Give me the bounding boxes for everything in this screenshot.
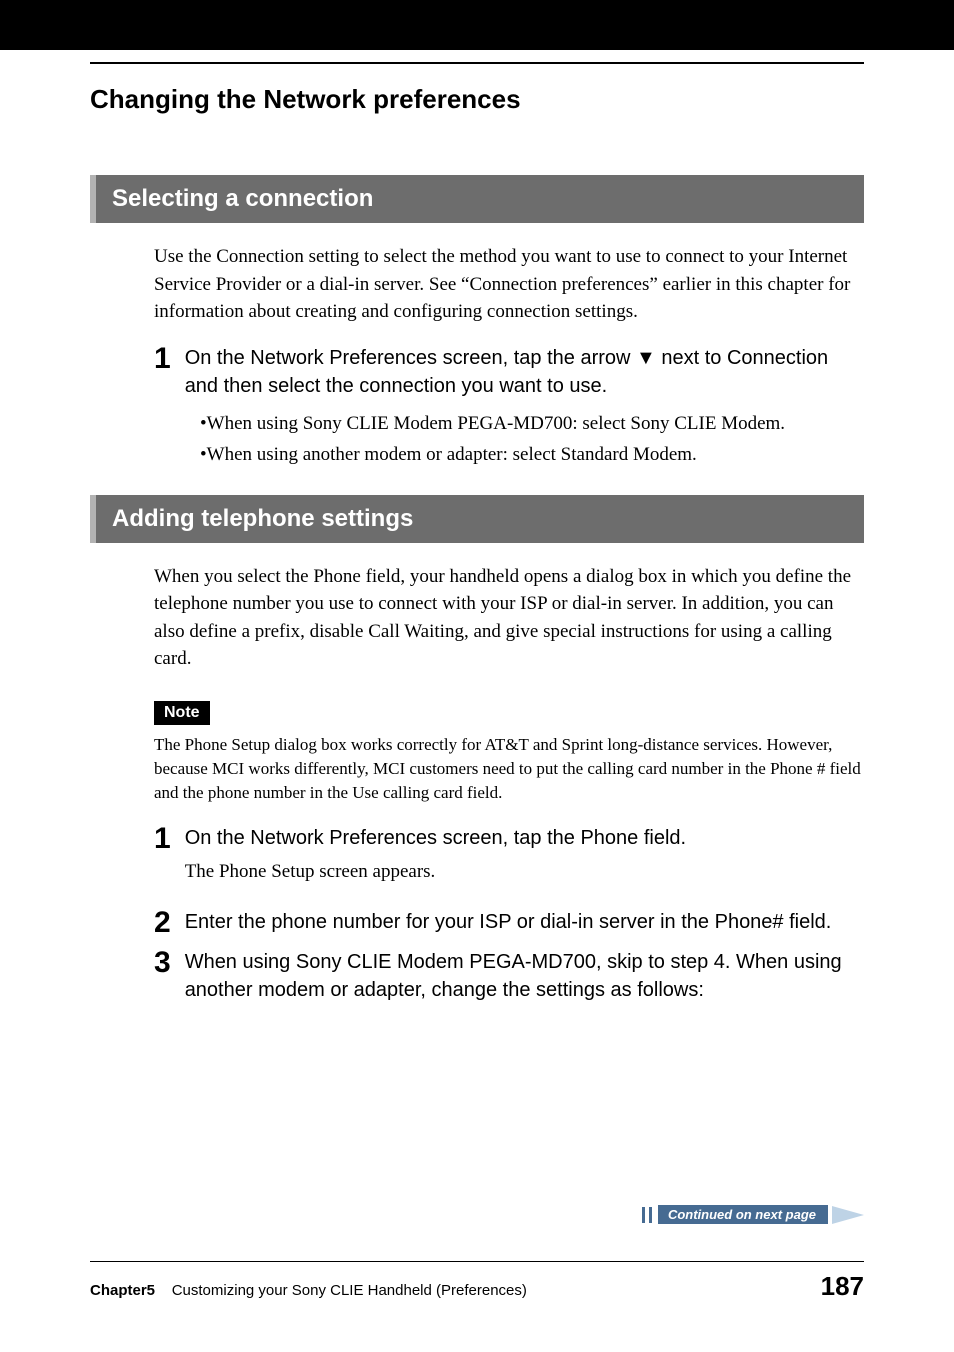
note-badge: Note: [154, 701, 210, 725]
continued-indicator: Continued on next page: [642, 1205, 864, 1224]
chapter-label: Chapter5 Customizing your Sony CLIE Hand…: [90, 1282, 527, 1299]
section-heading-selecting-connection: Selecting a connection: [90, 175, 864, 223]
step-number: 2: [154, 908, 171, 938]
section-heading-adding-telephone: Adding telephone settings: [90, 495, 864, 543]
page-content: Changing the Network preferences Selecti…: [0, 62, 954, 1004]
step-number: 3: [154, 948, 171, 978]
step-result-text: The Phone Setup screen appears.: [185, 858, 686, 886]
note-body: The Phone Setup dialog box works correct…: [154, 733, 864, 804]
section2-step-2: 2 Enter the phone number for your ISP or…: [154, 908, 864, 938]
step-instruction: On the Network Preferences screen, tap t…: [185, 824, 686, 852]
step-number: 1: [154, 344, 171, 374]
section1-bullets: •When using Sony CLIE Modem PEGA-MD700: …: [200, 410, 864, 469]
header-bar: [0, 0, 954, 50]
page-number: 187: [821, 1271, 864, 1302]
step-instruction: When using Sony CLIE Modem PEGA-MD700, s…: [185, 948, 864, 1004]
continued-label: Continued on next page: [658, 1205, 828, 1224]
list-item: •When using Sony CLIE Modem PEGA-MD700: …: [200, 410, 864, 438]
footer-divider: [90, 1261, 864, 1262]
section2-step-3: 3 When using Sony CLIE Modem PEGA-MD700,…: [154, 948, 864, 1004]
step-instruction: Enter the phone number for your ISP or d…: [185, 908, 832, 936]
step-number: 1: [154, 824, 171, 854]
chapter-title: Customizing your Sony CLIE Handheld (Pre…: [172, 1282, 527, 1299]
section2-step-1: 1 On the Network Preferences screen, tap…: [154, 824, 864, 886]
continued-arrow-icon: [832, 1206, 864, 1224]
section1-step-1: 1 On the Network Preferences screen, tap…: [154, 344, 864, 400]
step-instruction: On the Network Preferences screen, tap t…: [185, 344, 864, 400]
list-item: •When using another modem or adapter: se…: [200, 441, 864, 469]
section1-intro-text: Use the Connection setting to select the…: [154, 243, 864, 326]
header-underline: [90, 62, 864, 64]
page-footer: Chapter5 Customizing your Sony CLIE Hand…: [90, 1271, 864, 1302]
page-title: Changing the Network preferences: [90, 84, 864, 115]
chapter-number: Chapter5: [90, 1282, 155, 1299]
continued-stripes-icon: [642, 1207, 652, 1223]
section2-intro-text: When you select the Phone field, your ha…: [154, 563, 864, 673]
